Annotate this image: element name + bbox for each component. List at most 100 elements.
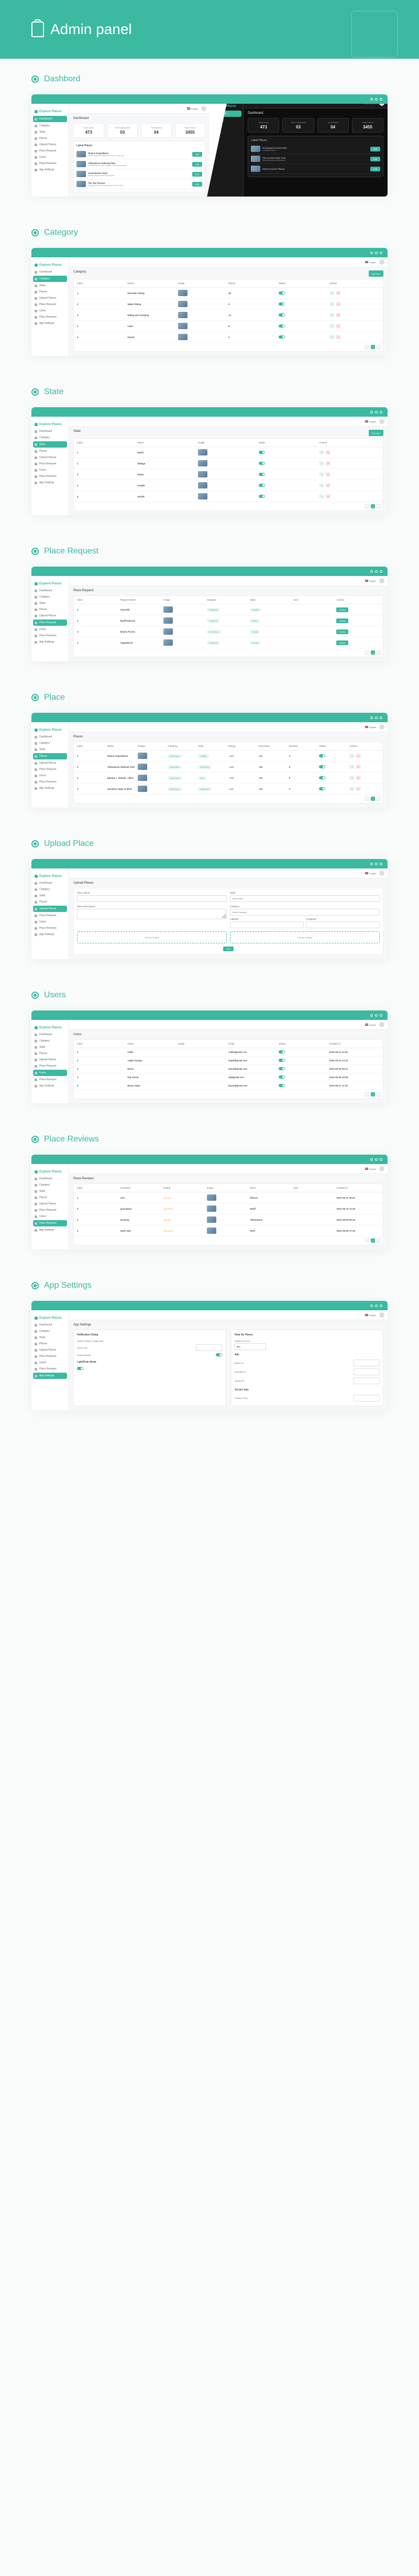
nav-users[interactable]: Users — [31, 1360, 69, 1366]
edit-icon[interactable]: ✎ — [319, 483, 324, 487]
desc-input[interactable] — [77, 909, 227, 919]
edit-icon[interactable]: ✎ — [319, 472, 324, 476]
delete-icon[interactable]: ✕ — [325, 450, 330, 454]
nav-upload[interactable]: Upload Places — [31, 142, 69, 148]
edit-icon[interactable]: ✎ — [319, 494, 324, 498]
add-button[interactable]: Add New — [369, 270, 383, 277]
nav-dashboard[interactable]: Dashboard — [31, 880, 69, 886]
page-1[interactable]: 1 — [371, 797, 375, 801]
category-select[interactable] — [230, 909, 380, 916]
nav-users[interactable]: Users — [31, 154, 69, 160]
status-toggle[interactable] — [279, 1050, 285, 1053]
status-toggle[interactable] — [319, 776, 325, 779]
page-prev[interactable]: ‹ — [365, 504, 369, 508]
page-prev[interactable]: ‹ — [365, 1092, 369, 1096]
nav-places[interactable]: Places — [31, 1194, 69, 1201]
avatar[interactable] — [379, 1312, 384, 1318]
nav-places[interactable]: Places — [31, 1341, 69, 1347]
avatar[interactable] — [379, 1166, 384, 1171]
nav-dashboard[interactable]: Dashboard — [207, 111, 241, 117]
status-toggle[interactable] — [259, 484, 265, 487]
page-prev[interactable]: ‹ — [365, 650, 369, 655]
page-prev[interactable]: ‹ — [365, 797, 369, 801]
details-button[interactable]: Details — [336, 618, 348, 623]
edit-button[interactable]: Edit — [192, 172, 202, 177]
image-upload-2[interactable]: Choose Images — [230, 931, 380, 943]
page-next[interactable]: › — [377, 345, 381, 349]
lat-input[interactable] — [230, 921, 304, 928]
edit-icon[interactable]: ✎ — [329, 313, 335, 317]
notif-toggle[interactable] — [216, 1353, 222, 1356]
nav-app_settings[interactable]: App Settings — [31, 480, 69, 486]
darkmode-toggle[interactable] — [77, 1367, 83, 1370]
image-upload[interactable]: Choose Images — [77, 931, 227, 943]
edit-button[interactable]: Edit — [192, 152, 202, 157]
nav-category[interactable]: Category — [31, 886, 69, 893]
nav-upload_places[interactable]: Upload Places — [31, 295, 69, 301]
page-1[interactable]: 1 — [371, 1238, 375, 1243]
edit-button[interactable]: Edit — [370, 167, 380, 171]
nav-place_request[interactable]: Place Request — [31, 912, 69, 919]
nav-dashboard[interactable]: Dashboard — [31, 428, 69, 434]
page-prev[interactable]: ‹ — [365, 345, 369, 349]
nav-dashboard[interactable]: Dashboard — [31, 269, 69, 275]
language-selector[interactable]: English — [187, 107, 198, 110]
nav-dashboard[interactable]: Dashboard — [33, 116, 67, 122]
avatar[interactable] — [379, 1022, 384, 1027]
nav-app_settings[interactable]: App Settings — [33, 1373, 67, 1379]
edit-icon[interactable]: ✎ — [319, 450, 324, 454]
language-selector[interactable]: English — [365, 872, 376, 875]
delete-icon[interactable]: ✕ — [336, 324, 341, 328]
nav-places[interactable]: Places — [31, 289, 69, 295]
status-toggle[interactable] — [279, 1067, 285, 1070]
avatar[interactable] — [379, 578, 384, 583]
page-1[interactable]: 1 — [371, 345, 375, 349]
status-toggle[interactable] — [259, 495, 265, 498]
nav-place_reviews[interactable]: Place Reviews — [31, 633, 69, 639]
server-key-input[interactable] — [196, 1344, 222, 1351]
page-next[interactable]: › — [377, 797, 381, 801]
avatar[interactable] — [379, 724, 384, 730]
nav-place_request[interactable]: Place Request — [31, 461, 69, 467]
name-input[interactable] — [77, 895, 227, 902]
status-toggle[interactable] — [279, 1075, 285, 1079]
page-next[interactable]: › — [377, 1238, 381, 1243]
edit-icon[interactable]: ✎ — [349, 787, 355, 791]
nav-state[interactable]: State — [33, 441, 67, 448]
status-toggle[interactable] — [279, 302, 285, 306]
delete-icon[interactable]: ✕ — [356, 765, 361, 769]
nav-place_request[interactable]: Place Request — [33, 619, 67, 626]
nav-users[interactable]: Users — [31, 919, 69, 925]
status-toggle[interactable] — [319, 754, 325, 757]
nav-state[interactable]: State — [31, 282, 69, 289]
nav-category[interactable]: Category — [33, 276, 67, 282]
language-selector[interactable]: English — [365, 104, 376, 105]
avatar[interactable] — [379, 419, 384, 424]
privacy-input[interactable] — [354, 1395, 380, 1401]
nav-users[interactable]: Users — [31, 467, 69, 473]
delete-icon[interactable]: ✕ — [336, 291, 341, 295]
nav-upload_places[interactable]: Upload Places — [31, 454, 69, 461]
edit-icon[interactable]: ✎ — [329, 302, 335, 306]
nav-state[interactable]: State — [206, 124, 243, 130]
nav-upload_places[interactable]: Upload Places — [31, 1347, 69, 1353]
nav-places[interactable]: Places — [206, 130, 243, 136]
nav-places[interactable]: Places — [33, 753, 67, 759]
nav-state[interactable]: State — [31, 1188, 69, 1194]
status-toggle[interactable] — [259, 462, 265, 465]
nav-upload_places[interactable]: Upload Places — [31, 613, 69, 619]
nav-request[interactable]: Place Request — [31, 148, 69, 154]
nav-places[interactable]: Places — [31, 899, 69, 905]
language-selector[interactable]: English — [365, 420, 376, 423]
nav-dashboard[interactable]: Dashboard — [31, 1176, 69, 1182]
lng-input[interactable] — [306, 921, 380, 928]
nav-place_request[interactable]: Place Request — [31, 766, 69, 773]
status-toggle[interactable] — [319, 787, 325, 790]
edit-icon[interactable]: ✎ — [319, 461, 324, 465]
language-selector[interactable]: English — [365, 726, 376, 729]
nav-category[interactable]: Category — [31, 434, 69, 441]
nav-reviews[interactable]: Place Reviews — [31, 160, 69, 167]
delete-icon[interactable]: ✕ — [325, 494, 330, 498]
page-prev[interactable]: ‹ — [365, 1238, 369, 1243]
edit-icon[interactable]: ✎ — [329, 324, 335, 328]
